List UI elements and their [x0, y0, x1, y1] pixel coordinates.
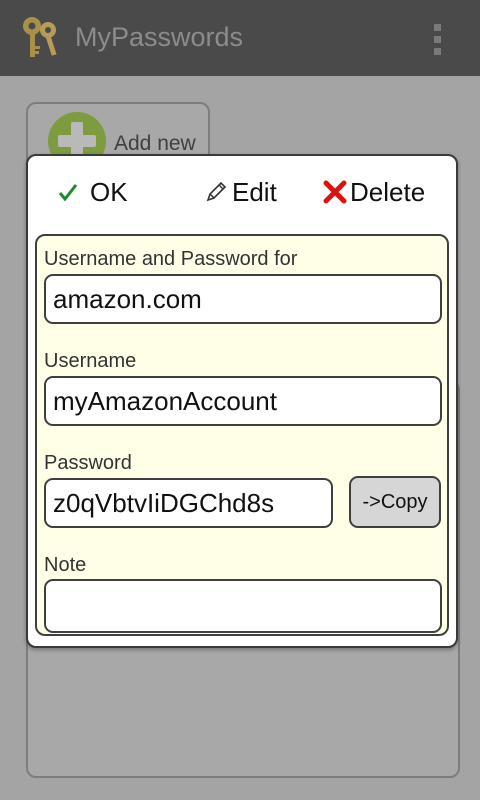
checkmark-icon [58, 182, 78, 202]
delete-label: Delete [350, 176, 426, 207]
edit-button[interactable]: Edit [204, 174, 277, 210]
edit-label: Edit [232, 176, 277, 207]
pencil-icon [204, 180, 228, 204]
entry-form: Username and Password for Username Passw… [35, 234, 449, 636]
site-field[interactable] [44, 274, 442, 324]
add-new-label: Add new [114, 132, 196, 155]
action-bar: MyPasswords [0, 0, 480, 76]
overflow-menu-icon[interactable] [426, 20, 450, 58]
username-field[interactable] [44, 376, 442, 426]
keys-icon [20, 14, 64, 62]
username-label: Username [44, 350, 137, 372]
site-label: Username and Password for [44, 248, 298, 270]
password-label: Password [44, 452, 132, 474]
ok-button[interactable]: OK [58, 174, 128, 210]
app-title: MyPasswords [75, 22, 244, 52]
red-x-icon [322, 179, 348, 205]
delete-button[interactable]: Delete [322, 174, 425, 210]
note-label: Note [44, 554, 87, 576]
note-field[interactable] [44, 579, 442, 633]
ok-label: OK [90, 176, 128, 207]
copy-password-button[interactable]: ->Copy [349, 476, 441, 528]
password-entry-dialog: OK Edit Delete Username and Password for… [26, 154, 458, 648]
password-field[interactable] [44, 478, 333, 528]
